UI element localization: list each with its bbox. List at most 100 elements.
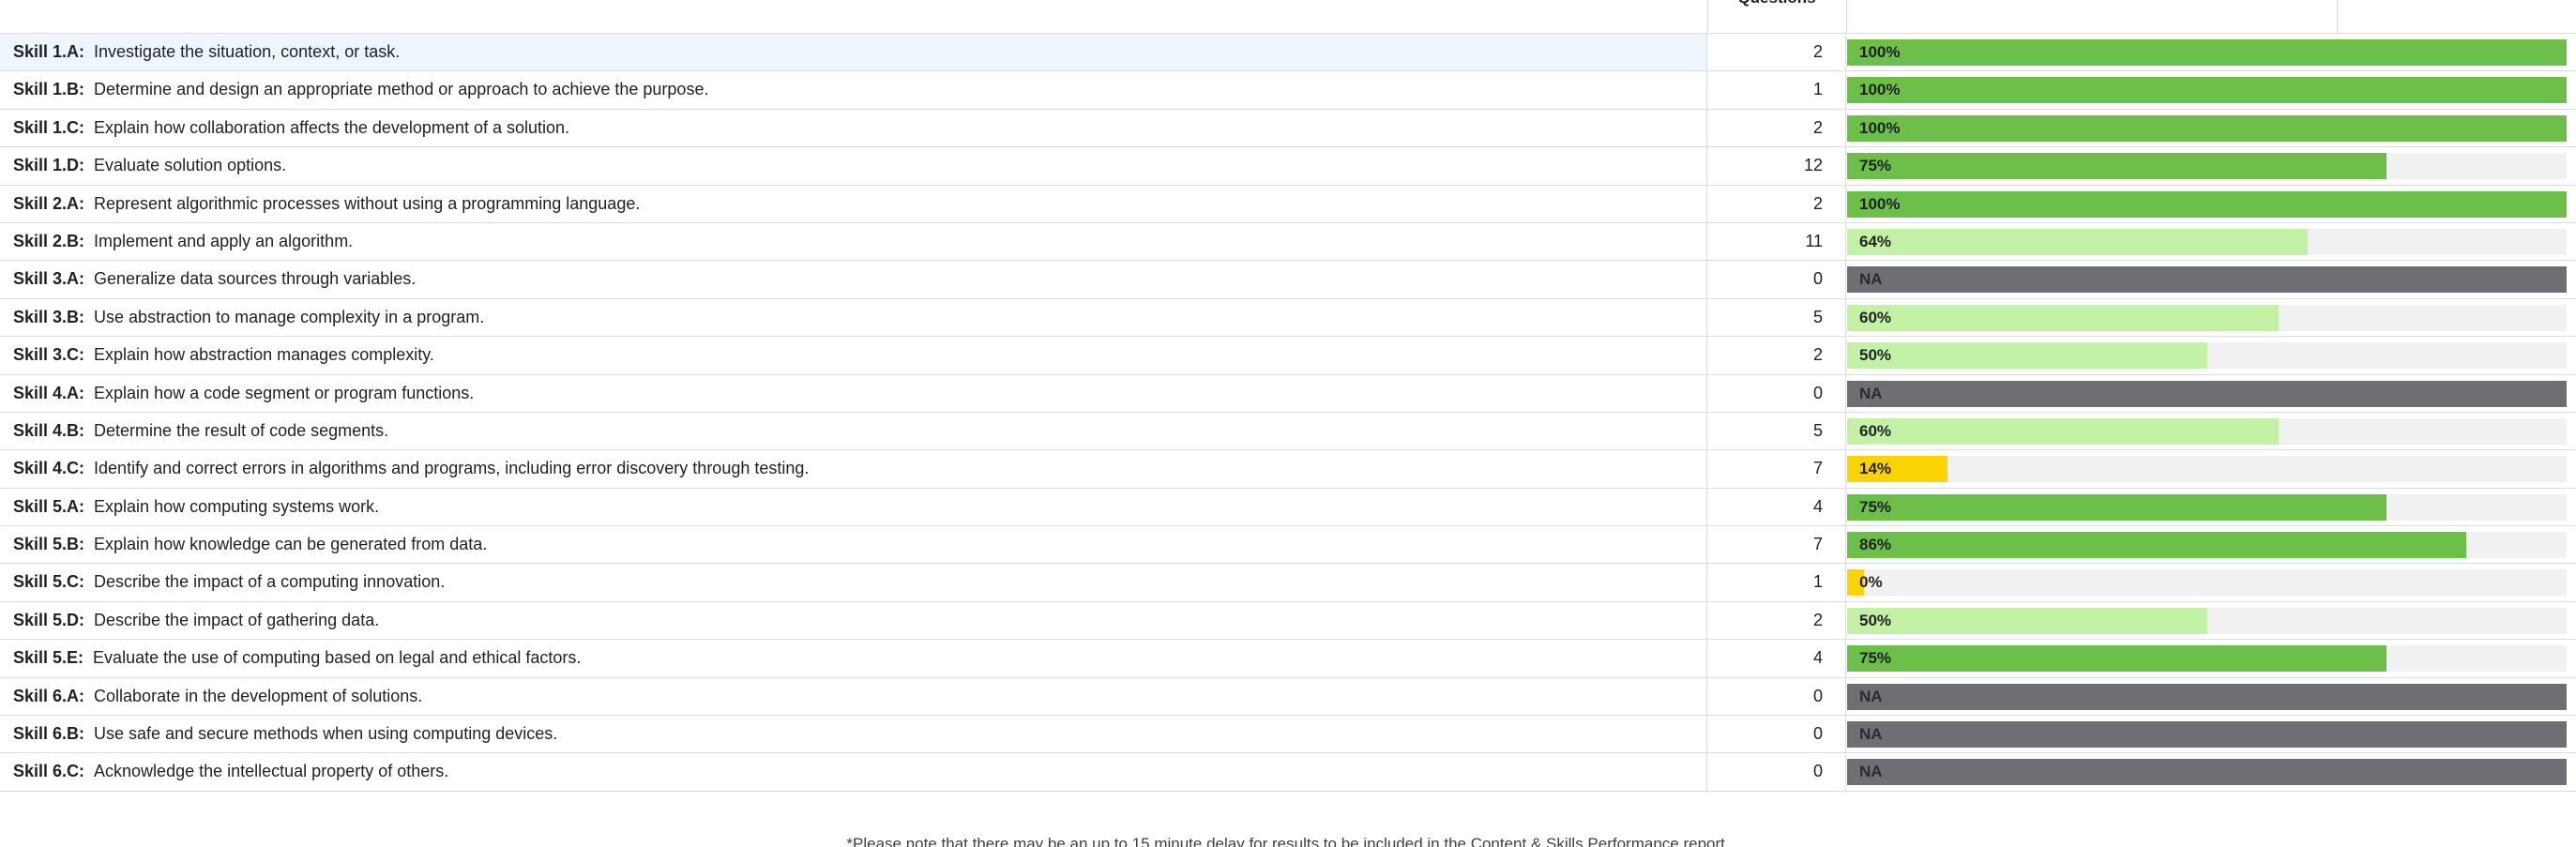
skills-performance-page: Questions Skill 1.A: Investigate the situ… xyxy=(0,0,2576,847)
performance-percent-label: 50% xyxy=(1859,611,1892,629)
table-row[interactable]: Skill 5.D: Describe the impact of gatheri… xyxy=(0,601,2576,641)
table-row[interactable]: Skill 2.B: Implement and apply an algorit… xyxy=(0,222,2576,262)
performance-bar-fill xyxy=(1847,342,2207,370)
header-divider xyxy=(1707,0,1708,34)
skill-description: Implement and apply an algorithm. xyxy=(94,231,354,250)
performance-bar-track: 86% xyxy=(1847,532,2567,559)
table-row[interactable]: Skill 3.C: Explain how abstraction manage… xyxy=(0,337,2576,375)
performance-bar-track: 75% xyxy=(1847,645,2567,673)
performance-bar-fill xyxy=(1847,266,2567,294)
question-count: 2 xyxy=(1707,109,1846,147)
table-row[interactable]: Skill 1.C: Explain how collaboration affe… xyxy=(0,109,2576,148)
question-count: 1 xyxy=(1707,71,1846,109)
skill-code: Skill 1.C: xyxy=(13,117,85,137)
skill-cell: Skill 3.B: Use abstraction to manage comp… xyxy=(0,298,1707,337)
table-row[interactable]: Skill 2.A: Represent algorithmic processe… xyxy=(0,185,2576,223)
performance-bar-fill xyxy=(1847,153,2387,180)
table-row[interactable]: Skill 5.C: Describe the impact of a compu… xyxy=(0,564,2576,602)
performance-percent-label: 100% xyxy=(1859,194,1901,213)
table-row[interactable]: Skill 1.D: Evaluate solution options. 12 75… xyxy=(0,147,2576,186)
skill-description: Generalize data sources through variable… xyxy=(94,269,417,289)
table-row[interactable]: Skill 3.A: Generalize data sources throug… xyxy=(0,261,2576,299)
performance-bar-cell: 14% xyxy=(1847,450,2567,487)
performance-bar-fill xyxy=(1847,721,2567,749)
performance-bar-cell: 75% xyxy=(1847,147,2567,184)
table-row[interactable]: Skill 4.A: Explain how a code segment or … xyxy=(0,374,2576,413)
performance-percent-label: NA xyxy=(1859,763,1883,781)
performance-bar-track: 75% xyxy=(1847,153,2567,180)
skill-cell: Skill 2.B: Implement and apply an algorit… xyxy=(0,222,1707,261)
performance-bar-cell: 64% xyxy=(1847,223,2567,260)
skills-table: Skill 1.A: Investigate the situation, con… xyxy=(0,34,2576,792)
performance-percent-label: 64% xyxy=(1859,232,1892,250)
performance-percent-label: NA xyxy=(1859,270,1883,289)
table-row[interactable]: Skill 6.B: Use safe and secure methods wh… xyxy=(0,716,2576,754)
skill-code: Skill 3.A: xyxy=(13,269,85,289)
performance-bar-track: 50% xyxy=(1847,607,2567,634)
performance-bar-track: NA xyxy=(1847,683,2567,710)
performance-bar-track: NA xyxy=(1847,266,2567,294)
skill-code: Skill 1.A: xyxy=(13,42,85,61)
skill-description: Acknowledge the intellectual property of… xyxy=(94,762,449,781)
performance-bar-fill xyxy=(1847,493,2387,521)
performance-bar-cell: 75% xyxy=(1847,640,2567,676)
skill-description: Collaborate in the development of soluti… xyxy=(94,686,423,705)
table-row[interactable]: Skill 1.A: Investigate the situation, con… xyxy=(0,34,2576,72)
table-row[interactable]: Skill 1.B: Determine and design an approp… xyxy=(0,71,2576,110)
performance-percent-label: 75% xyxy=(1859,497,1892,516)
question-count: 11 xyxy=(1707,222,1846,261)
performance-percent-label: 86% xyxy=(1859,536,1892,554)
skill-cell: Skill 5.C: Describe the impact of a compu… xyxy=(0,564,1707,601)
performance-bar-track: 100% xyxy=(1847,190,2567,218)
performance-bar-track: 100% xyxy=(1847,77,2567,104)
question-count: 0 xyxy=(1707,374,1846,412)
question-count: 7 xyxy=(1707,450,1846,488)
skill-cell: Skill 2.A: Represent algorithmic processe… xyxy=(0,185,1707,222)
performance-percent-label: 100% xyxy=(1859,43,1901,61)
skill-cell: Skill 1.B: Determine and design an approp… xyxy=(0,71,1707,109)
performance-bar-cell: 60% xyxy=(1847,299,2567,336)
performance-bar-cell: 50% xyxy=(1847,602,2567,639)
skill-description: Represent algorithmic processes without … xyxy=(94,193,641,213)
performance-bar-fill xyxy=(1847,645,2387,673)
performance-bar-cell: NA xyxy=(1847,261,2567,297)
performance-percent-label: 75% xyxy=(1859,157,1892,175)
performance-percent-label: NA xyxy=(1859,687,1883,705)
skill-code: Skill 1.D: xyxy=(13,156,85,175)
table-row[interactable]: Skill 6.A: Collaborate in the development… xyxy=(0,677,2576,717)
performance-percent-label: 50% xyxy=(1859,346,1892,365)
table-row[interactable]: Skill 5.E: Evaluate the use of computing … xyxy=(0,640,2576,678)
question-count: 4 xyxy=(1707,488,1846,526)
skill-description: Identify and correct errors in algorithm… xyxy=(94,459,810,478)
performance-bar-track: 14% xyxy=(1847,456,2567,483)
question-count: 2 xyxy=(1707,34,1846,71)
skill-description: Explain how a code segment or program fu… xyxy=(94,383,475,402)
table-row[interactable]: Skill 3.B: Use abstraction to manage comp… xyxy=(0,298,2576,338)
skill-code: Skill 2.B: xyxy=(13,231,85,250)
report-delay-footnote: *Please note that there may be an up to … xyxy=(846,835,1730,847)
skill-code: Skill 4.B: xyxy=(13,420,85,440)
performance-bar-track: 50% xyxy=(1847,342,2567,370)
performance-bar-track: 100% xyxy=(1847,39,2567,66)
performance-bar-fill xyxy=(1847,380,2567,407)
skill-code: Skill 5.D: xyxy=(13,610,85,629)
performance-bar-cell: NA xyxy=(1847,678,2567,715)
question-count: 4 xyxy=(1707,640,1846,677)
table-row[interactable]: Skill 4.B: Determine the result of code s… xyxy=(0,412,2576,451)
questions-column-header: Questions xyxy=(1707,0,1846,9)
table-row[interactable]: Skill 4.C: Identify and correct errors in… xyxy=(0,450,2576,489)
table-row[interactable]: Skill 5.A: Explain how computing systems … xyxy=(0,488,2576,527)
performance-percent-label: 14% xyxy=(1859,460,1892,478)
question-count: 0 xyxy=(1707,261,1846,298)
performance-bar-track: 60% xyxy=(1847,417,2567,445)
question-count: 2 xyxy=(1707,185,1846,222)
skill-description: Describe the impact of gathering data. xyxy=(94,610,380,629)
performance-bar-track: NA xyxy=(1847,759,2567,786)
skill-cell: Skill 5.B: Explain how knowledge can be g… xyxy=(0,526,1707,564)
performance-bar-fill xyxy=(1847,114,2567,142)
performance-percent-label: NA xyxy=(1859,725,1883,744)
table-row[interactable]: Skill 5.B: Explain how knowledge can be g… xyxy=(0,526,2576,565)
performance-bar-cell: 100% xyxy=(1847,110,2567,146)
skill-cell: Skill 4.B: Determine the result of code s… xyxy=(0,412,1707,450)
table-row[interactable]: Skill 6.C: Acknowledge the intellectual p… xyxy=(0,753,2576,792)
